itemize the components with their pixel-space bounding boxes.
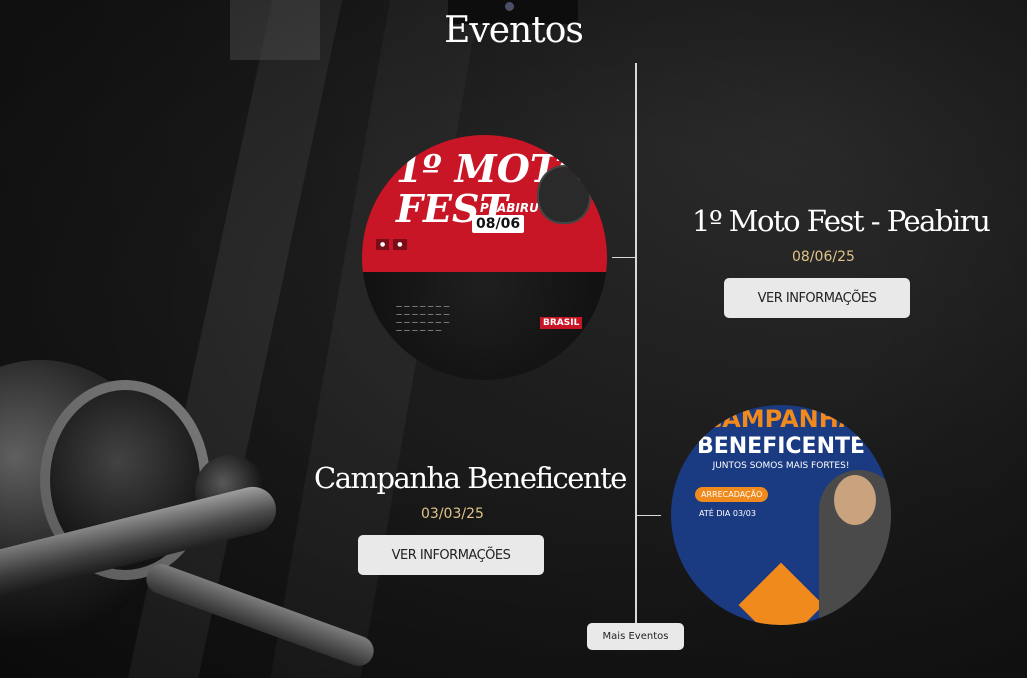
poster-shape [738,562,824,625]
page-title: Eventos [444,10,584,51]
view-info-button[interactable]: VER INFORMAÇÕES [358,535,544,575]
timeline-tick [637,515,661,516]
poster-deadline: ATÉ DIA 03/03 [699,509,756,518]
timeline-line [635,63,637,623]
poster-place: PEABIRU [480,201,539,215]
event-title: Campanha Beneficente [314,461,627,495]
poster-date: 08/06 [472,215,525,233]
event-poster-moto-fest[interactable]: 1º MOTO FEST PEABIRU 08/06 ● ● — — — — — … [362,135,607,380]
timeline-tick [612,257,636,258]
event-poster-campanha[interactable]: CAMPANHA BENEFICENTE JUNTOS SOMOS MAIS F… [671,405,891,625]
rider-helmet-graphic [537,165,591,224]
more-events-button[interactable]: Mais Eventos [587,623,684,650]
event-title: 1º Moto Fest - Peabiru [692,204,991,238]
event-date: 08/06/25 [792,249,855,265]
poster-schedule-lines: — — — — — — — — — — — — — — — — — — — — — —… [396,303,450,334]
poster-info-block: ● ● [376,239,546,269]
poster-tag: BRASIL [540,317,583,329]
poster-face [834,475,876,525]
poster-badge: ARRECADAÇÃO [695,487,769,502]
poster-headline: CAMPANHA [704,405,858,433]
view-info-button[interactable]: VER INFORMAÇÕES [724,278,910,318]
event-date: 03/03/25 [421,506,484,522]
poster-headline: BENEFICENTE [696,434,866,459]
